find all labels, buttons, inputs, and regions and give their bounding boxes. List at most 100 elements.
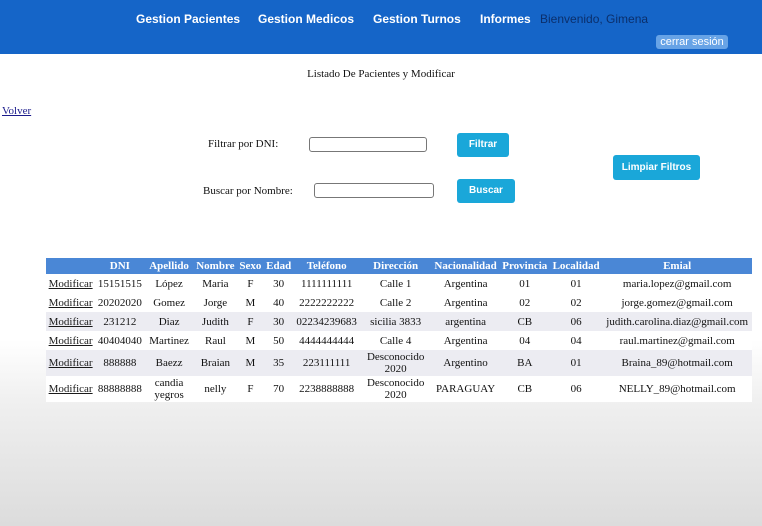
cell-apellido: Gomez [144, 293, 194, 312]
cell-dni: 20202020 [95, 293, 145, 312]
cell-direccion: Calle 2 [359, 293, 432, 312]
cell-email: jorge.gomez@gmail.com [602, 293, 752, 312]
cell-localidad: 01 [549, 350, 603, 376]
cell-nombre: Judith [193, 312, 238, 331]
cell-direccion: sicilia 3833 [359, 312, 432, 331]
cell-dni: 40404040 [95, 331, 145, 350]
cell-nombre: Jorge [193, 293, 238, 312]
cell-dni: 231212 [95, 312, 145, 331]
cell-localidad: 06 [549, 376, 603, 402]
cell-edad: 40 [263, 293, 294, 312]
nav-informes[interactable]: Informes [480, 12, 531, 26]
cell-direccion: Desconocido 2020 [359, 350, 432, 376]
column-header-edad: Edad [263, 258, 294, 274]
cell-provincia: BA [499, 350, 550, 376]
cell-email: raul.martinez@gmail.com [602, 331, 752, 350]
name-search-input[interactable] [314, 183, 434, 198]
modify-link[interactable]: Modificar [49, 357, 93, 369]
column-header-localidad: Localidad [549, 258, 603, 274]
cell-edad: 70 [263, 376, 294, 402]
table-row: Modificar 20202020 Gomez Jorge M 40 2222… [46, 293, 752, 312]
cell-nombre: Raul [193, 331, 238, 350]
column-header-nacionalidad: Nacionalidad [431, 258, 500, 274]
cell-nacionalidad: Argentino [431, 350, 500, 376]
page-title: Listado De Pacientes y Modificar [307, 68, 455, 80]
cell-direccion: Calle 4 [359, 331, 432, 350]
cell-localidad: 02 [549, 293, 603, 312]
cell-apellido: López [144, 274, 194, 293]
cell-dni: 88888888 [95, 376, 145, 402]
cell-nacionalidad: argentina [431, 312, 500, 331]
back-link[interactable]: Volver [2, 105, 31, 117]
cell-email: judith.carolina.diaz@gmail.com [602, 312, 752, 331]
cell-telefono: 02234239683 [293, 312, 360, 331]
modify-link[interactable]: Modificar [49, 335, 93, 347]
cell-provincia: 04 [499, 331, 550, 350]
cell-sexo: M [237, 331, 264, 350]
column-header-direccion: Dirección [359, 258, 432, 274]
cell-apellido: Martinez [144, 331, 194, 350]
cell-sexo: F [237, 274, 264, 293]
cell-telefono: 2238888888 [293, 376, 360, 402]
cell-apellido: Baezz [144, 350, 194, 376]
cell-provincia: 02 [499, 293, 550, 312]
cell-edad: 35 [263, 350, 294, 376]
patients-table: DNI Apellido Nombre Sexo Edad Teléfono D… [46, 258, 752, 402]
cell-localidad: 04 [549, 331, 603, 350]
nav-gestion-pacientes[interactable]: Gestion Pacientes [136, 12, 240, 26]
table-row: Modificar 231212 Diaz Judith F 30 022342… [46, 312, 752, 331]
cell-sexo: M [237, 293, 264, 312]
cell-provincia: 01 [499, 274, 550, 293]
top-navbar: Gestion Pacientes Gestion Medicos Gestio… [0, 0, 762, 54]
cell-dni: 15151515 [95, 274, 145, 293]
cell-provincia: CB [499, 376, 550, 402]
modify-link[interactable]: Modificar [49, 383, 93, 395]
cell-telefono: 223111111 [293, 350, 360, 376]
welcome-text: Bienvenido, Gimena [540, 12, 649, 26]
modify-link[interactable]: Modificar [49, 316, 93, 328]
cell-nacionalidad: Argentina [431, 331, 500, 350]
cell-localidad: 01 [549, 274, 603, 293]
filter-button[interactable]: Filtrar [457, 133, 509, 157]
modify-link[interactable]: Modificar [49, 297, 93, 309]
cell-sexo: F [237, 376, 264, 402]
cell-nacionalidad: PARAGUAY [431, 376, 500, 402]
nav-gestion-medicos[interactable]: Gestion Medicos [258, 12, 354, 26]
cell-email: maria.lopez@gmail.com [602, 274, 752, 293]
cell-email: NELLY_89@hotmail.com [602, 376, 752, 402]
name-search-label: Buscar por Nombre: [203, 185, 293, 197]
cell-edad: 50 [263, 331, 294, 350]
column-header-apellido: Apellido [144, 258, 194, 274]
cell-localidad: 06 [549, 312, 603, 331]
cell-email: Braina_89@hotmail.com [602, 350, 752, 376]
table-row: Modificar 40404040 Martinez Raul M 50 44… [46, 331, 752, 350]
cell-dni: 888888 [95, 350, 145, 376]
dni-filter-input[interactable] [309, 137, 427, 152]
cell-nacionalidad: Argentina [431, 274, 500, 293]
clear-filters-button[interactable]: Limpiar Filtros [613, 155, 700, 180]
column-header-telefono: Teléfono [293, 258, 360, 274]
logout-button[interactable]: cerrar sesión [656, 35, 728, 49]
search-button[interactable]: Buscar [457, 179, 515, 203]
cell-sexo: F [237, 312, 264, 331]
table-row: Modificar 88888888 candia yegros nelly F… [46, 376, 752, 402]
table-row: Modificar 15151515 López Maria F 30 1111… [46, 274, 752, 293]
cell-provincia: CB [499, 312, 550, 331]
cell-telefono: 2222222222 [293, 293, 360, 312]
table-header-row: DNI Apellido Nombre Sexo Edad Teléfono D… [46, 258, 752, 274]
cell-telefono: 1111111111 [293, 274, 360, 293]
modify-link[interactable]: Modificar [49, 278, 93, 290]
cell-apellido: Diaz [144, 312, 194, 331]
cell-nombre: Maria [193, 274, 238, 293]
cell-sexo: M [237, 350, 264, 376]
cell-nacionalidad: Argentina [431, 293, 500, 312]
cell-apellido: candia yegros [144, 376, 194, 402]
column-header-email: Emial [602, 258, 752, 274]
nav-gestion-turnos[interactable]: Gestion Turnos [373, 12, 461, 26]
column-header-nombre: Nombre [193, 258, 238, 274]
column-header-provincia: Provincia [499, 258, 550, 274]
cell-nombre: Braian [193, 350, 238, 376]
column-header-actions [46, 258, 96, 274]
cell-edad: 30 [263, 274, 294, 293]
dni-filter-label: Filtrar por DNI: [208, 138, 279, 150]
